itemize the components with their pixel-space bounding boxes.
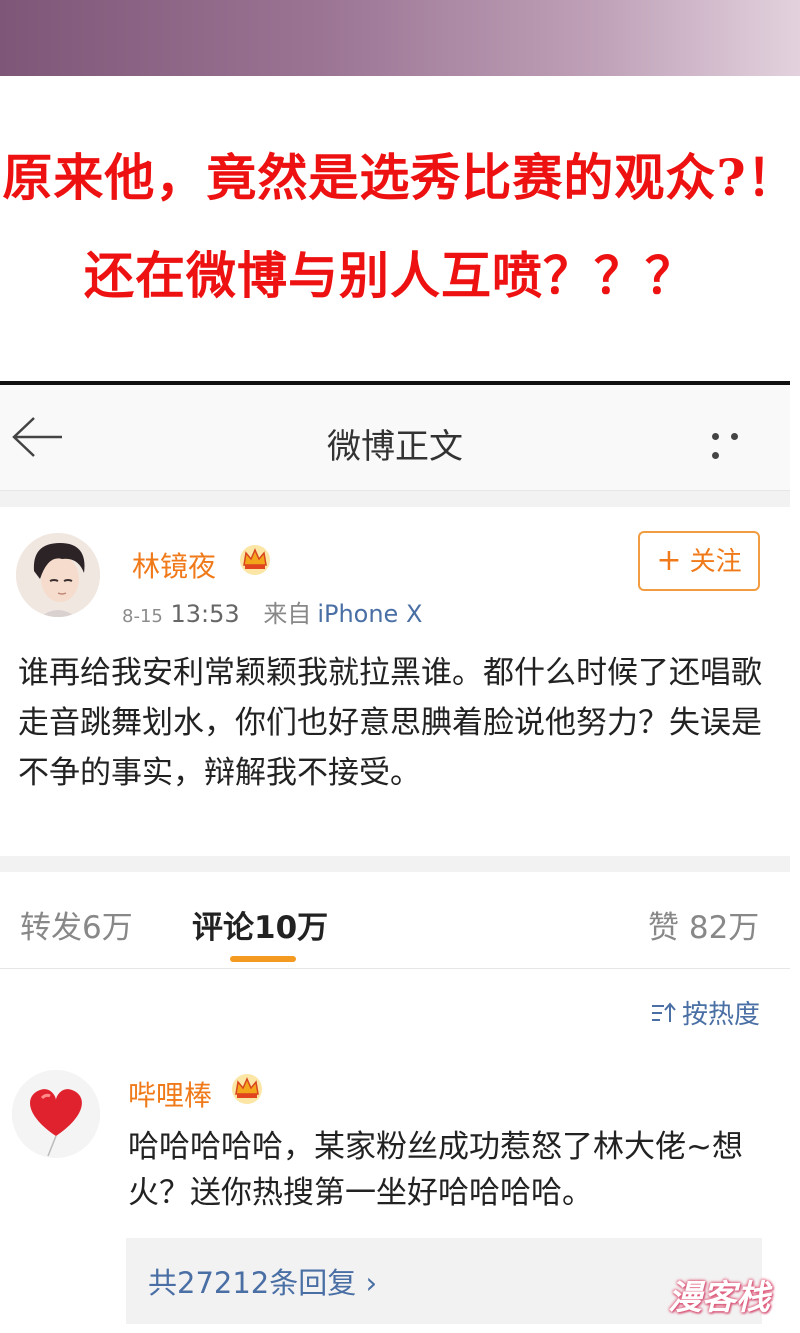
post-date: 8-15 <box>122 606 163 627</box>
interaction-tabs: 转发6万 评论10万 赞 82万 <box>0 872 790 969</box>
caption-line-2: 还在微博与别人互喷？？？ <box>84 246 696 305</box>
plus-icon: + <box>656 543 682 578</box>
post-source[interactable]: iPhone X <box>317 600 422 628</box>
tab-comment[interactable]: 评论10万 <box>192 902 328 947</box>
heart-balloon-icon[interactable] <box>12 1070 100 1158</box>
caption-line-1: 原来他，竟然是选秀比赛的观众?！ <box>2 148 798 207</box>
replies-count: 共27212条回复 › <box>148 1266 378 1300</box>
replies-link[interactable]: 共27212条回复 › <box>126 1238 762 1324</box>
crown-icon <box>232 1074 262 1104</box>
page-title: 微博正文 <box>327 427 463 467</box>
follow-button[interactable]: + 关注 <box>638 531 760 591</box>
tab-like[interactable]: 赞 82万 <box>648 902 759 947</box>
sort-icon <box>652 1002 676 1022</box>
follow-label: 关注 <box>689 547 742 577</box>
post-time: 13:53 <box>170 600 240 628</box>
tab-repost[interactable]: 转发6万 <box>20 902 133 947</box>
sort-label: 按热度 <box>682 1000 761 1030</box>
top-nav-bar: 微博正文 <box>0 385 790 491</box>
section-gap <box>0 491 790 507</box>
avatar[interactable] <box>16 533 100 617</box>
comment-text: 哈哈哈哈哈，某家粉丝成功惹怒了林大佬~想火？送你热搜第一坐好哈哈哈哈。 <box>128 1129 743 1211</box>
top-banner-image <box>0 0 800 76</box>
post-from-label: 来自 <box>263 600 312 628</box>
post-text: 谁再给我安利常颖颖我就拉黑谁。都什么时候了还唱歌走音跳舞划水，你们也好意思腆着脸… <box>18 655 762 791</box>
comment-username[interactable]: 哔哩棒 <box>128 1074 212 1114</box>
tab-active-indicator <box>230 956 296 962</box>
crown-icon <box>240 545 270 575</box>
more-dots-icon[interactable] <box>712 425 768 459</box>
section-gap <box>0 856 790 872</box>
sort-button[interactable]: 按热度 <box>650 994 760 1031</box>
post-username[interactable]: 林镜夜 <box>132 545 216 585</box>
post-meta: 8-15 13:53 来自 iPhone X <box>122 594 422 629</box>
watermark-logo: 漫客栈 <box>668 1278 770 1318</box>
